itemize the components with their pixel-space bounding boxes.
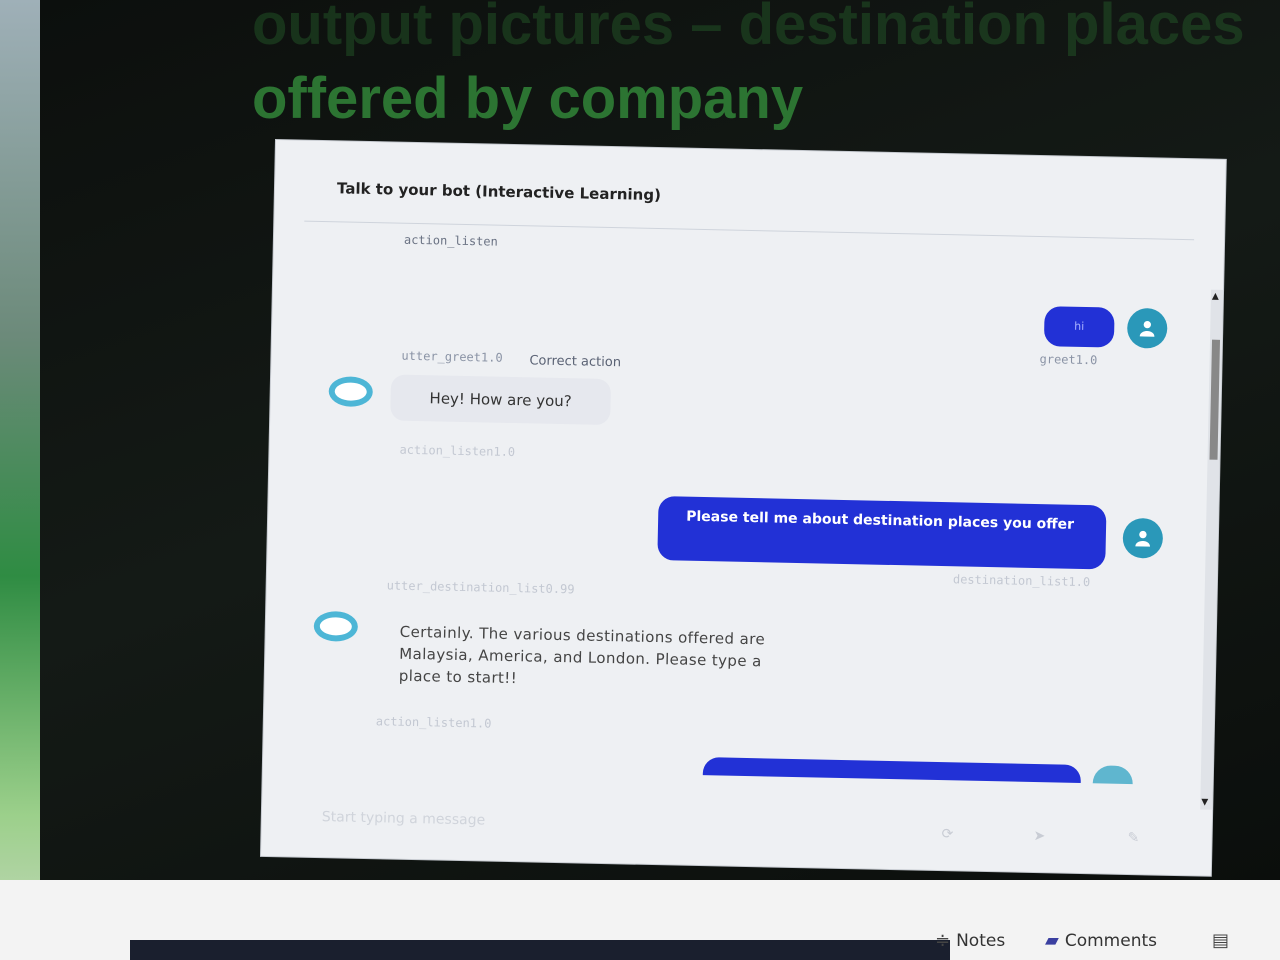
user-icon [1139,320,1155,337]
panel-title: Talk to your bot (Interactive Learning) [336,179,662,205]
normal-view-icon: ▤ [1212,930,1230,951]
bot-message-text: Certainly. The various destinations offe… [398,622,766,688]
notes-button[interactable]: ≑ Notes [935,930,1005,951]
correct-action-link[interactable]: Correct action [529,353,621,370]
scroll-thumb[interactable] [1209,339,1221,460]
user-avatar [1126,307,1168,349]
user-message-bubble: Please tell me about destination places … [657,496,1107,570]
action-label: utter_destination_list0.99 [386,578,575,597]
user-message-bubble [702,757,1082,783]
chat-panel: Talk to your bot (Interactive Learning) … [261,140,1226,876]
user-avatar [1122,517,1164,559]
action-label: action_listen [403,232,498,249]
send-icon[interactable]: ➤ [1033,828,1045,844]
user-avatar [1092,765,1134,785]
intent-label: greet1.0 [1039,352,1098,368]
user-message-bubble: hi [1043,306,1115,348]
bot-message-text: Hey! How are you? [429,389,572,411]
user-icon [1135,530,1151,547]
user-message-text: Please tell me about destination places … [686,508,1075,533]
message-input[interactable]: Start typing a message [322,809,486,828]
comments-button[interactable]: ▰ Comments [1045,930,1157,951]
bot-message-bubble: Hey! How are you? [390,374,612,426]
status-bar-strip [130,940,950,960]
edit-icon[interactable]: ✎ [1127,830,1139,846]
comments-label: Comments [1064,930,1157,951]
action-label: utter_greet1.0 [401,348,503,365]
slide-title-line2: offered by company [252,66,804,131]
action-label: action_listen1.0 [375,714,492,731]
normal-view-button[interactable]: ▤ [1212,930,1229,951]
notes-icon: ≑ [935,930,951,951]
notes-label: Notes [956,930,1006,951]
bot-avatar [328,376,374,408]
scroll-up-icon[interactable]: ▲ [1212,292,1219,302]
restart-icon[interactable]: ⟳ [941,826,953,842]
intent-label: destination_list1.0 [952,572,1091,590]
slide-title-line1: output pictures – destination places [252,0,1245,57]
comments-icon: ▰ [1045,930,1059,951]
scroll-down-icon[interactable]: ▼ [1201,798,1208,808]
user-message-text: hi [1074,319,1085,333]
slide-title: output pictures – destination places off… [252,0,1252,136]
bot-avatar [313,610,359,642]
action-label: action_listen1.0 [399,442,516,460]
